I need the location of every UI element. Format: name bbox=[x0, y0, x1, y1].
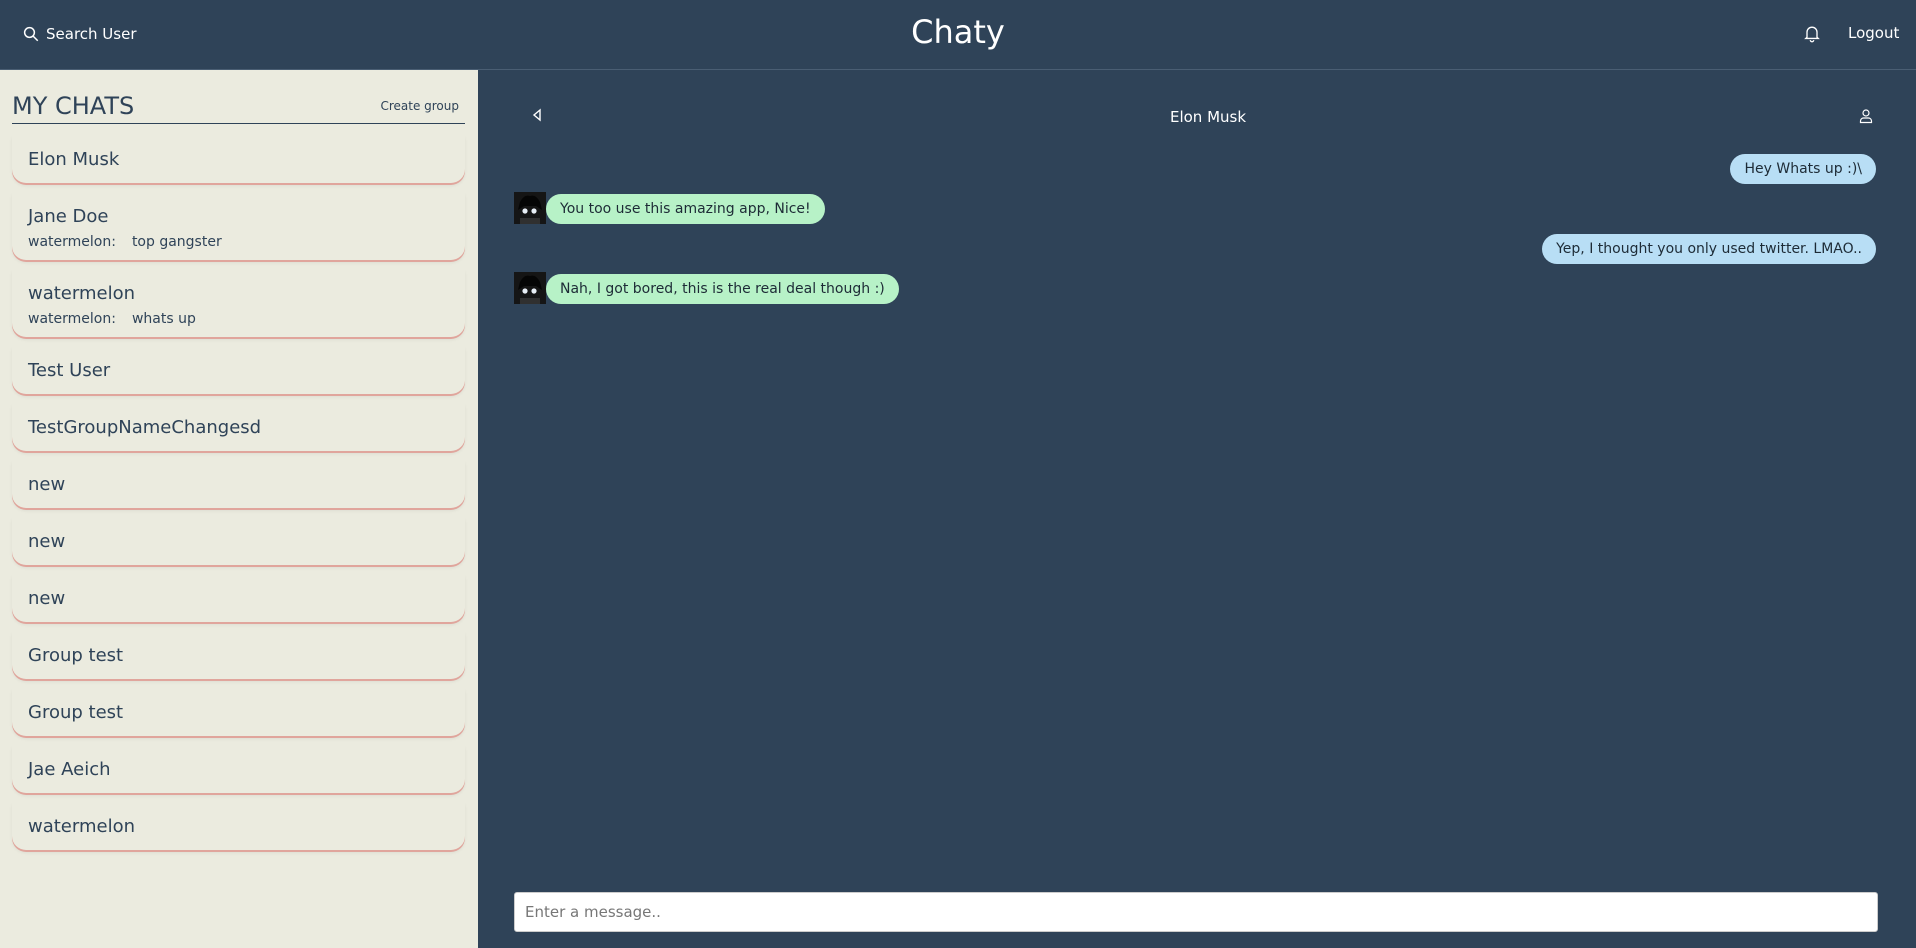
chat-name: Jane Doe bbox=[28, 206, 109, 227]
latest-message: watermelon: top gangster bbox=[28, 234, 222, 250]
chat-panel: Elon Musk Hey Whats up :)\ You too use t… bbox=[478, 70, 1916, 948]
chat-name: Elon Musk bbox=[28, 149, 120, 170]
sender-avatar bbox=[514, 192, 546, 224]
logout-button[interactable]: Logout bbox=[1848, 24, 1899, 42]
chat-list-item[interactable]: Elon Musk bbox=[12, 135, 465, 183]
chat-list-item[interactable]: new bbox=[12, 517, 465, 565]
chat-name: Group test bbox=[28, 645, 124, 666]
user-profile-icon[interactable] bbox=[1858, 108, 1874, 124]
chat-name: TestGroupNameChangesd bbox=[28, 417, 262, 438]
chat-name: new bbox=[28, 531, 66, 552]
top-bar: Search User Chaty Logout bbox=[0, 0, 1916, 70]
chat-name: Jae Aeich bbox=[28, 759, 111, 780]
app-title: Chaty bbox=[911, 13, 1005, 51]
chat-list-item[interactable]: Group test bbox=[12, 631, 465, 679]
search-user-label: Search User bbox=[46, 25, 137, 43]
chat-list-item[interactable]: Jane Doe watermelon: top gangster bbox=[12, 192, 465, 260]
chat-list-item[interactable]: watermelon watermelon: whats up bbox=[12, 269, 465, 337]
latest-message-sender: watermelon: bbox=[28, 311, 116, 327]
sent-message: Yep, I thought you only used twitter. LM… bbox=[1542, 234, 1876, 264]
chat-name: watermelon bbox=[28, 816, 135, 837]
received-message: You too use this amazing app, Nice! bbox=[546, 194, 825, 224]
received-message: Nah, I got bored, this is the real deal … bbox=[546, 274, 899, 304]
chat-list-item[interactable]: watermelon bbox=[12, 802, 465, 850]
chat-name: watermelon bbox=[28, 283, 135, 304]
chat-list-item[interactable]: new bbox=[12, 574, 465, 622]
latest-message-text: whats up bbox=[131, 311, 196, 327]
chat-name: Group test bbox=[28, 702, 124, 723]
latest-message-text: top gangster bbox=[131, 234, 222, 250]
search-icon bbox=[23, 26, 39, 42]
chat-list: Elon Musk Jane Doe watermelon: top gangst… bbox=[12, 135, 465, 859]
latest-message: watermelon: whats up bbox=[28, 311, 196, 327]
chat-name: new bbox=[28, 474, 66, 495]
sidebar-header: MY CHATS Create group bbox=[12, 92, 465, 124]
chat-list-item[interactable]: TestGroupNameChangesd bbox=[12, 403, 465, 451]
chat-title: Elon Musk bbox=[1169, 108, 1247, 126]
chat-list-item[interactable]: Jae Aeich bbox=[12, 745, 465, 793]
message-input[interactable] bbox=[514, 892, 1878, 932]
chat-name: new bbox=[28, 588, 66, 609]
chat-list-item[interactable]: Test User bbox=[12, 346, 465, 394]
chat-name: Test User bbox=[28, 360, 111, 381]
latest-message-sender: watermelon: bbox=[28, 234, 116, 250]
sent-message: Hey Whats up :)\ bbox=[1730, 154, 1876, 184]
my-chats-heading: MY CHATS bbox=[12, 92, 135, 120]
create-group-button[interactable]: Create group bbox=[380, 99, 459, 113]
chat-sidebar: MY CHATS Create group Elon Musk Jane Doe… bbox=[0, 70, 478, 948]
chat-list-item[interactable]: new bbox=[12, 460, 465, 508]
notification-bell-icon[interactable] bbox=[1802, 22, 1822, 44]
sender-avatar bbox=[514, 272, 546, 304]
search-user-button[interactable]: Search User bbox=[22, 22, 137, 46]
chat-list-item[interactable]: Group test bbox=[12, 688, 465, 736]
